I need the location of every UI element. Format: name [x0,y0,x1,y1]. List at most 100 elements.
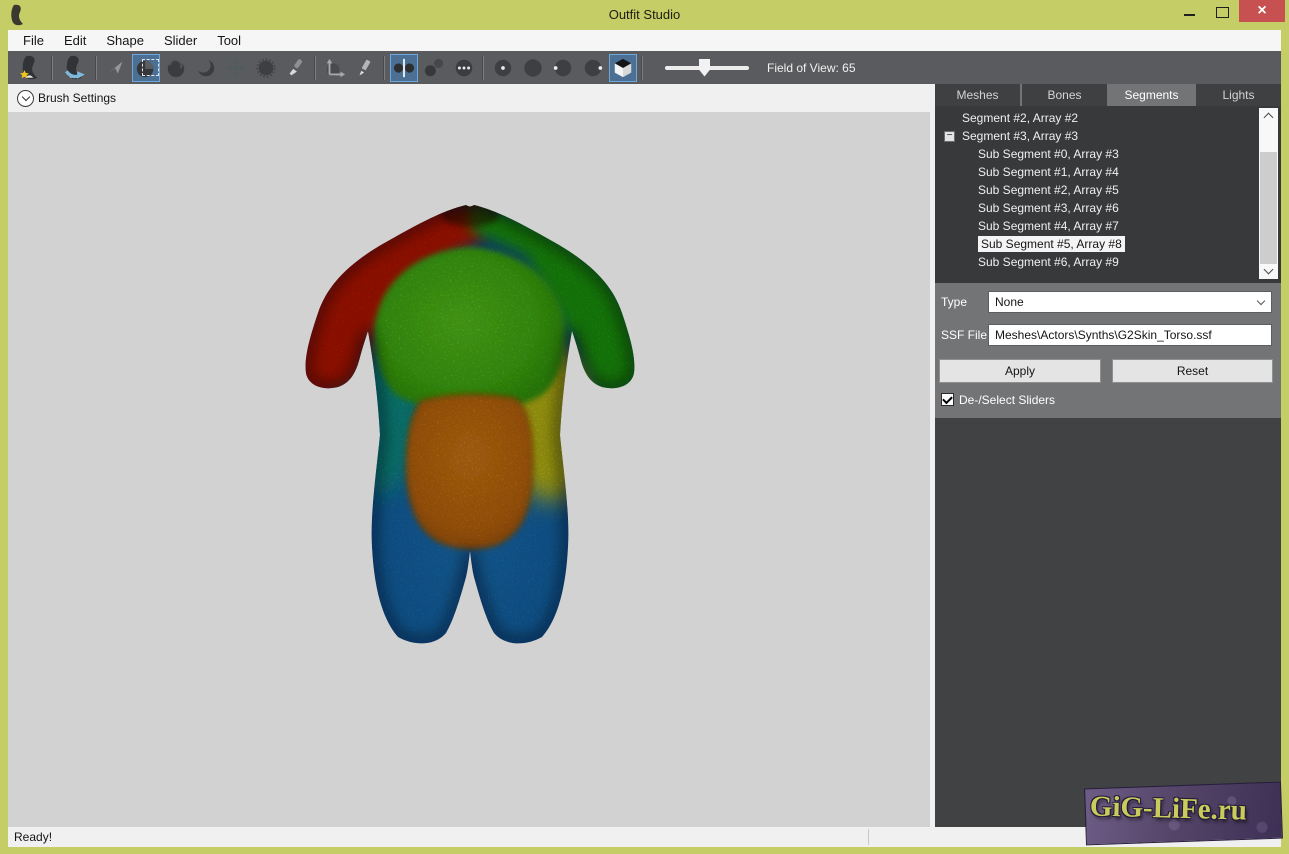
fov-label: Field of View: 65 [767,61,856,75]
tab-bones[interactable]: Bones [1022,84,1107,106]
mirror-x-button[interactable] [390,54,418,82]
deselect-sliders-label[interactable]: De-/Select Sliders [959,393,1055,407]
inflate-brush-button[interactable] [162,54,190,82]
toolbar-separator [642,56,643,80]
tree-item[interactable]: Sub Segment #6, Array #9 [935,254,1281,272]
watermark-banner: GiG-LiFe.ru [1084,782,1283,846]
reset-button[interactable]: Reset [1112,359,1273,383]
type-dropdown[interactable]: None [988,291,1272,313]
smooth-brush-button[interactable] [252,54,280,82]
maximize-icon [1216,7,1229,18]
move-brush-button[interactable] [222,54,250,82]
select-icon [105,57,127,79]
type-value: None [989,295,1258,309]
collapse-chevron-icon[interactable] [17,90,34,107]
weight-brush-icon [285,57,307,79]
viewport-canvas[interactable] [8,112,930,827]
apply-button[interactable]: Apply [939,359,1101,383]
close-icon: × [1257,2,1266,20]
brush-settings-label[interactable]: Brush Settings [38,91,116,105]
titlebar: Outfit Studio × [0,0,1289,30]
toolbar-separator [315,56,316,80]
menu-shape[interactable]: Shape [96,32,154,49]
brush-plain-button[interactable] [519,54,547,82]
tree-item[interactable]: Sub Segment #1, Array #4 [935,164,1281,182]
tab-lights[interactable]: Lights [1196,84,1281,106]
move-brush-icon [225,57,247,79]
perspective-toggle-button[interactable] [609,54,637,82]
brush-dot-left-button[interactable] [549,54,577,82]
mirror-x-icon [393,57,415,79]
tree-item[interactable]: − Segment #3, Array #3 [935,128,1281,146]
tree-item[interactable]: Sub Segment #4, Array #7 [935,218,1281,236]
deflate-brush-icon [195,57,217,79]
tree-item[interactable]: Sub Segment #3, Array #6 [935,200,1281,218]
toolbar-separator [96,56,97,80]
check-icon [942,393,953,404]
brush-plain-icon [522,57,544,79]
minimize-button[interactable] [1173,0,1206,22]
brush-dot-left-icon [552,57,574,79]
menu-file[interactable]: File [13,32,54,49]
menu-slider[interactable]: Slider [154,32,207,49]
connected-vertices-button[interactable] [420,54,448,82]
transform-tool-button[interactable] [321,54,349,82]
texture-grain [270,195,670,655]
connected-vertices-icon [423,57,445,79]
chevron-down-icon [1257,296,1265,304]
marquee-overlay [142,59,159,76]
tree-item[interactable]: Sub Segment #2, Array #5 [935,182,1281,200]
load-project-icon [62,55,88,81]
ssf-file-label: SSF File [941,328,987,342]
toolbar: Field of View: 65 [8,51,1281,84]
window-title: Outfit Studio [0,7,1289,22]
new-project-button[interactable] [14,53,47,83]
edge-dots-button[interactable] [450,54,478,82]
minimize-icon [1184,14,1195,16]
select-tool-button[interactable] [102,54,130,82]
brush-dot-right-button[interactable] [579,54,607,82]
torso-model[interactable] [270,194,670,656]
maximize-button[interactable] [1206,0,1239,22]
scroll-down-icon[interactable] [1259,263,1278,279]
fov-slider-track[interactable] [665,66,749,70]
tab-segments[interactable]: Segments [1109,84,1194,106]
mask-brush-button[interactable] [132,54,160,82]
load-project-button[interactable] [58,53,91,83]
tree-item-selected[interactable]: Sub Segment #5, Array #8 [935,236,1281,254]
deselect-sliders-checkbox[interactable] [941,393,954,406]
segment-tree: Segment #2, Array #2 − Segment #3, Array… [935,106,1281,283]
menu-tool[interactable]: Tool [207,32,251,49]
weight-brush-button[interactable] [282,54,310,82]
toolbar-separator [384,56,385,80]
type-label: Type [941,295,967,309]
brush-dot-center-button[interactable] [489,54,517,82]
tree-scrollbar[interactable] [1259,108,1278,279]
window-controls: × [1173,0,1285,22]
brush-settings-bar: Brush Settings [8,84,930,112]
status-separator [868,829,869,845]
edge-dots-icon [453,57,475,79]
scrollbar-thumb[interactable] [1260,152,1277,264]
status-text: Ready! [14,830,52,844]
toolbar-separator [483,56,484,80]
vertex-edit-icon [354,57,376,79]
watermark-text: GiG-LiFe.ru [1089,790,1247,827]
menu-edit[interactable]: Edit [54,32,96,49]
scroll-up-icon[interactable] [1259,108,1278,124]
brush-dot-right-icon [582,57,604,79]
leg-crease [469,553,471,639]
menu-bar: File Edit Shape Slider Tool [8,30,1281,51]
tree-item[interactable]: Sub Segment #0, Array #3 [935,146,1281,164]
fov-slider[interactable] [665,66,749,70]
inflate-brush-icon [165,57,187,79]
panel-tabs: Meshes Bones Segments Lights [935,84,1281,106]
fov-slider-thumb[interactable] [699,59,710,77]
vertex-edit-button[interactable] [351,54,379,82]
tab-meshes[interactable]: Meshes [935,84,1020,106]
close-button[interactable]: × [1239,0,1285,22]
deflate-brush-button[interactable] [192,54,220,82]
collapse-expander-icon[interactable]: − [944,131,955,142]
ssf-file-input[interactable] [988,324,1272,346]
tree-item[interactable]: Segment #2, Array #2 [935,110,1281,128]
